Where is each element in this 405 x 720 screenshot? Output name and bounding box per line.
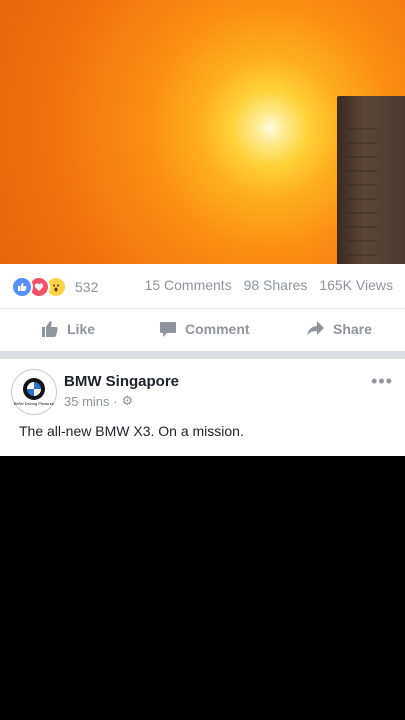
gear-icon: ⚙ [121, 393, 134, 408]
building-silhouette [337, 96, 405, 264]
engagement-counts: 15 Comments 98 Shares 165K Views [137, 277, 393, 293]
post-meta: 35 mins · ⚙ [64, 393, 133, 409]
post-actions-bar: Like Comment Share [0, 309, 405, 351]
share-button[interactable]: Share [306, 320, 372, 338]
like-reaction-icon [11, 276, 33, 298]
reaction-count: 532 [75, 279, 99, 295]
comment-button[interactable]: Comment [159, 320, 250, 338]
comment-label: Comment [185, 321, 250, 337]
post-text: The all-new BMW X3. On a mission. [19, 423, 244, 439]
like-label: Like [67, 321, 96, 337]
feed-divider [0, 351, 405, 359]
post-card: BMW Driving Pleasure BMW Singapore 35 mi… [0, 359, 405, 456]
share-label: Share [333, 321, 372, 337]
shares-count[interactable]: 98 Shares [244, 277, 308, 293]
comments-count[interactable]: 15 Comments [145, 277, 232, 293]
like-button[interactable]: Like [41, 320, 95, 338]
comment-bubble-icon [160, 322, 176, 337]
page-name[interactable]: BMW Singapore [64, 373, 179, 390]
page-avatar[interactable]: BMW Driving Pleasure [11, 369, 57, 415]
post-stats-bar: 532 15 Comments 98 Shares 165K Views [0, 264, 405, 309]
views-count: 165K Views [319, 277, 393, 293]
share-arrow-icon [307, 321, 324, 336]
video-black-area[interactable] [0, 456, 405, 720]
thumbs-up-icon [42, 321, 58, 337]
avatar-tagline: BMW Driving Pleasure [13, 401, 55, 406]
video-frame[interactable] [0, 0, 405, 264]
bmw-logo [23, 378, 45, 400]
post-time[interactable]: 35 mins · [64, 394, 117, 409]
reactions-summary[interactable]: 532 [11, 276, 98, 298]
more-options-icon[interactable]: ••• [371, 371, 393, 392]
